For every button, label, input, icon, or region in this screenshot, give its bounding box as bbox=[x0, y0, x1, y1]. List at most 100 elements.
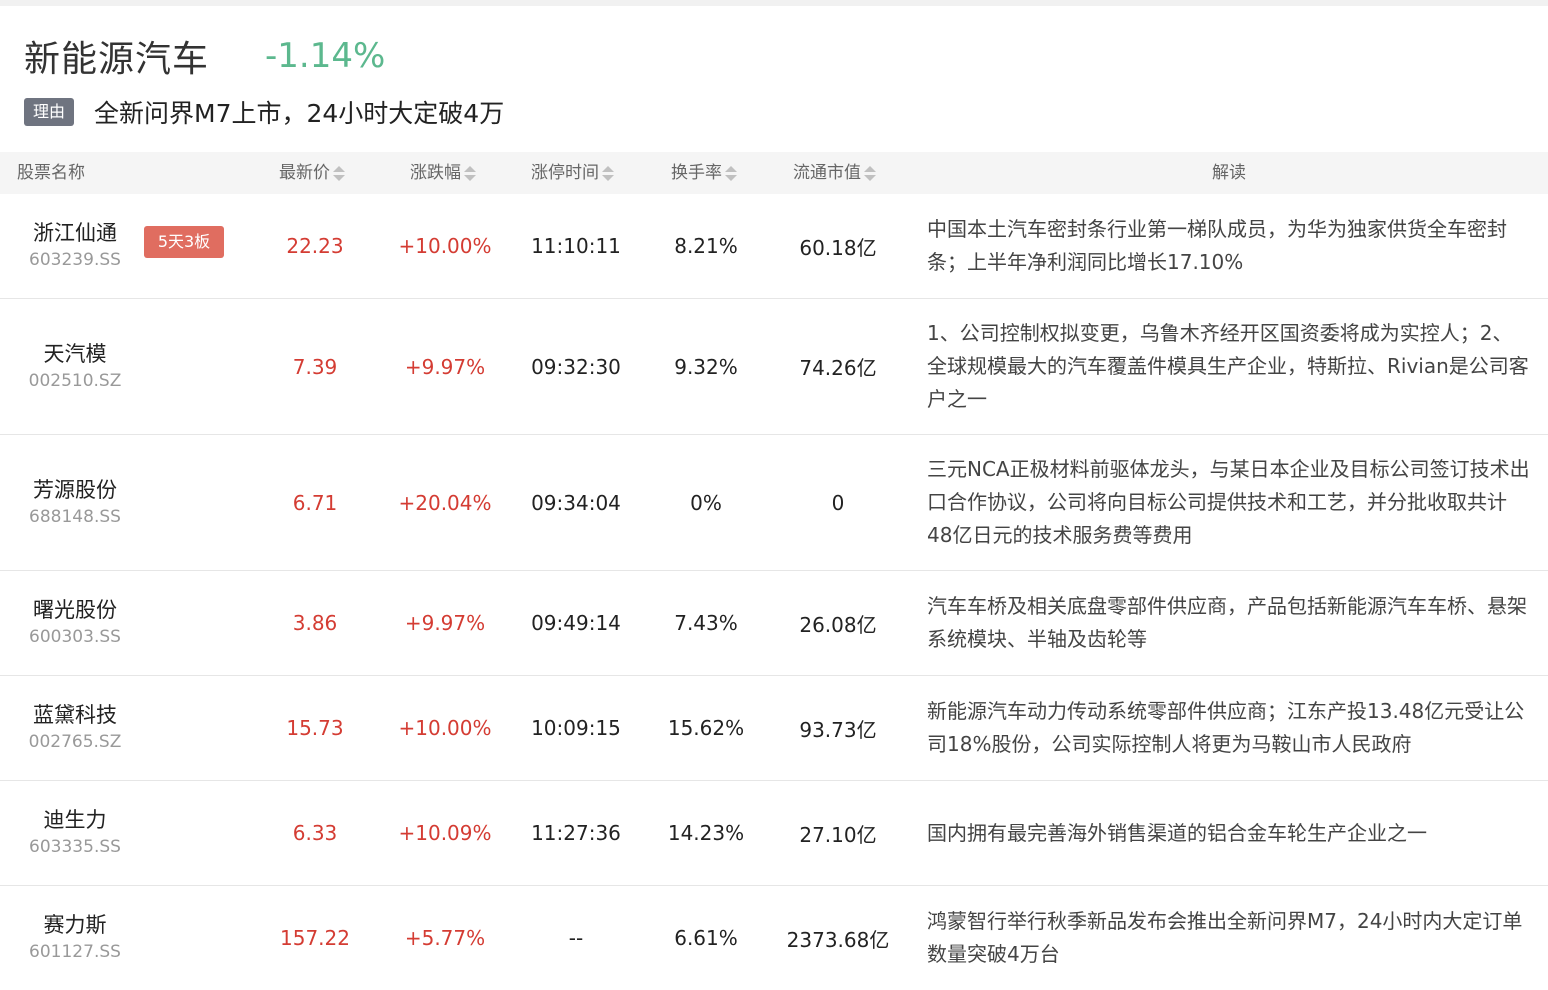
stock-name-cell[interactable]: 蓝黛科技 002765.SZ bbox=[10, 676, 140, 780]
stock-name[interactable]: 赛力斯 bbox=[44, 911, 107, 939]
change-cell: +9.97% bbox=[404, 611, 486, 635]
interpretation-text: 汽车车桥及相关底盘零部件供应商，产品包括新能源汽车车桥、悬架系统模块、半轴及齿轮… bbox=[927, 594, 1527, 651]
interpretation-text: 1、公司控制权拟变更，乌鲁木齐经开区国资委将成为实控人；2、全球规模最大的汽车覆… bbox=[927, 321, 1529, 411]
column-header-interpretation: 解读 bbox=[1212, 152, 1246, 194]
change-cell: +10.09% bbox=[398, 821, 492, 845]
interpretation-cell: 汽车车桥及相关底盘零部件供应商，产品包括新能源汽车车桥、悬架系统模块、半轴及齿轮… bbox=[927, 571, 1532, 675]
top-divider bbox=[0, 0, 1548, 6]
stock-table: 股票名称 最新价 涨跌幅 涨停时间 换手率 流通市值 解读 浙江仙通 60323… bbox=[0, 152, 1548, 990]
stock-name-cell[interactable]: 赛力斯 601127.SS bbox=[10, 886, 140, 990]
reason-tag: 理由 bbox=[24, 98, 75, 126]
turnover-cell: 15.62% bbox=[667, 716, 745, 740]
limit-time-cell: 09:34:04 bbox=[531, 490, 621, 515]
limit-up-badge: 5天3板 bbox=[144, 226, 224, 258]
interpretation-cell: 1、公司控制权拟变更，乌鲁木齐经开区国资委将成为实控人；2、全球规模最大的汽车覆… bbox=[927, 299, 1532, 434]
table-row[interactable]: 蓝黛科技 002765.SZ 15.73 +10.00% 10:09:15 15… bbox=[0, 676, 1548, 781]
column-header-turnover[interactable]: 换手率 bbox=[671, 152, 737, 194]
float-cap-cell: 26.08亿 bbox=[799, 612, 877, 637]
turnover-cell: 6.61% bbox=[674, 926, 738, 950]
limit-time-cell: 09:49:14 bbox=[531, 611, 621, 635]
change-cell: +20.04% bbox=[398, 490, 492, 515]
limit-time-cell: 09:32:30 bbox=[531, 354, 621, 379]
sort-icon[interactable] bbox=[602, 164, 614, 182]
float-cap-cell: 93.73亿 bbox=[799, 717, 877, 742]
sort-icon[interactable] bbox=[464, 164, 476, 182]
stock-code: 002765.SZ bbox=[28, 732, 122, 752]
price-cell: 15.73 bbox=[286, 716, 344, 740]
table-header: 股票名称 最新价 涨跌幅 涨停时间 换手率 流通市值 解读 bbox=[0, 152, 1548, 194]
float-cap-cell: 27.10亿 bbox=[799, 822, 877, 847]
stock-name-cell[interactable]: 迪生力 603335.SS bbox=[10, 781, 140, 885]
stock-name[interactable]: 迪生力 bbox=[44, 806, 107, 834]
column-label: 换手率 bbox=[671, 163, 722, 183]
interpretation-text: 国内拥有最完善海外销售渠道的铝合金车轮生产企业之一 bbox=[927, 820, 1427, 845]
sort-icon[interactable] bbox=[864, 164, 876, 182]
float-cap-cell: 0 bbox=[831, 490, 845, 515]
column-header-limit-time[interactable]: 涨停时间 bbox=[531, 152, 614, 194]
reason-text: 全新问界M7上市，24小时大定破4万 bbox=[94, 99, 505, 128]
table-row[interactable]: 曙光股份 600303.SS 3.86 +9.97% 09:49:14 7.43… bbox=[0, 571, 1548, 676]
stock-name[interactable]: 浙江仙通 bbox=[33, 219, 117, 247]
column-label: 流通市值 bbox=[793, 163, 861, 183]
interpretation-cell: 三元NCA正极材料前驱体龙头，与某日本企业及目标公司签订技术出口合作协议，公司将… bbox=[927, 435, 1532, 570]
interpretation-text: 鸿蒙智行举行秋季新品发布会推出全新问界M7，24小时内大定订单数量突破4万台 bbox=[927, 909, 1523, 966]
sort-icon[interactable] bbox=[725, 164, 737, 182]
stock-name-cell[interactable]: 芳源股份 688148.SS bbox=[10, 435, 140, 570]
column-header-name: 股票名称 bbox=[17, 152, 85, 194]
sector-title: 新能源汽车 bbox=[24, 39, 210, 80]
turnover-cell: 14.23% bbox=[667, 821, 745, 845]
stock-code: 603335.SS bbox=[29, 837, 121, 857]
column-label: 涨停时间 bbox=[531, 163, 599, 183]
price-cell: 157.22 bbox=[280, 926, 350, 950]
table-row[interactable]: 浙江仙通 603239.SS 5天3板 22.23 +10.00% 11:10:… bbox=[0, 194, 1548, 299]
sort-icon[interactable] bbox=[333, 164, 345, 182]
interpretation-text: 中国本土汽车密封条行业第一梯队成员，为华为独家供货全车密封条；上半年净利润同比增… bbox=[927, 217, 1507, 274]
column-header-change[interactable]: 涨跌幅 bbox=[410, 152, 476, 194]
turnover-cell: 7.43% bbox=[674, 611, 738, 635]
interpretation-text: 新能源汽车动力传动系统零部件供应商；江东产投13.48亿元受让公司18%股份，公… bbox=[927, 699, 1525, 756]
price-cell: 22.23 bbox=[286, 234, 344, 258]
limit-time-cell: 11:27:36 bbox=[531, 821, 621, 845]
turnover-cell: 9.32% bbox=[674, 354, 738, 379]
stock-code: 002510.SZ bbox=[28, 370, 122, 391]
stock-code: 688148.SS bbox=[29, 506, 121, 527]
sector-header: 新能源汽车 -1.14% bbox=[24, 30, 385, 82]
column-label: 股票名称 bbox=[17, 163, 85, 183]
reason-row: 理由 全新问界M7上市，24小时大定破4万 bbox=[24, 94, 504, 130]
turnover-cell: 0% bbox=[690, 490, 722, 515]
column-label: 解读 bbox=[1212, 163, 1246, 183]
change-cell: +5.77% bbox=[404, 926, 486, 950]
stock-name-cell[interactable]: 曙光股份 600303.SS bbox=[10, 571, 140, 675]
stock-name[interactable]: 曙光股份 bbox=[33, 596, 117, 624]
stock-name-cell[interactable]: 浙江仙通 603239.SS bbox=[10, 194, 140, 298]
price-cell: 6.71 bbox=[292, 490, 338, 515]
price-cell: 3.86 bbox=[292, 611, 338, 635]
column-header-float-cap[interactable]: 流通市值 bbox=[793, 152, 876, 194]
stock-name[interactable]: 芳源股份 bbox=[33, 476, 117, 504]
stock-name[interactable]: 天汽模 bbox=[44, 340, 107, 368]
table-row[interactable]: 迪生力 603335.SS 6.33 +10.09% 11:27:36 14.2… bbox=[0, 781, 1548, 886]
limit-time-cell: 10:09:15 bbox=[531, 716, 621, 740]
table-row[interactable]: 天汽模 002510.SZ 7.39 +9.97% 09:32:30 9.32%… bbox=[0, 299, 1548, 435]
column-label: 最新价 bbox=[279, 163, 330, 183]
float-cap-cell: 74.26亿 bbox=[799, 356, 877, 380]
turnover-cell: 8.21% bbox=[674, 234, 738, 258]
float-cap-cell: 2373.68亿 bbox=[786, 927, 890, 952]
stock-code: 600303.SS bbox=[29, 627, 121, 647]
table-row[interactable]: 赛力斯 601127.SS 157.22 +5.77% -- 6.61% 237… bbox=[0, 886, 1548, 990]
price-cell: 6.33 bbox=[292, 821, 338, 845]
interpretation-cell: 中国本土汽车密封条行业第一梯队成员，为华为独家供货全车密封条；上半年净利润同比增… bbox=[927, 194, 1532, 298]
table-row[interactable]: 芳源股份 688148.SS 6.71 +20.04% 09:34:04 0% … bbox=[0, 435, 1548, 571]
limit-time-cell: -- bbox=[568, 926, 584, 950]
interpretation-cell: 鸿蒙智行举行秋季新品发布会推出全新问界M7，24小时内大定订单数量突破4万台 bbox=[927, 886, 1532, 990]
change-cell: +10.00% bbox=[398, 716, 492, 740]
interpretation-text: 三元NCA正极材料前驱体龙头，与某日本企业及目标公司签订技术出口合作协议，公司将… bbox=[927, 457, 1530, 547]
change-cell: +10.00% bbox=[398, 234, 492, 258]
limit-time-cell: 11:10:11 bbox=[531, 234, 621, 258]
sector-change: -1.14% bbox=[265, 36, 386, 76]
stock-name[interactable]: 蓝黛科技 bbox=[33, 701, 117, 729]
stock-name-cell[interactable]: 天汽模 002510.SZ bbox=[10, 299, 140, 434]
column-header-price[interactable]: 最新价 bbox=[279, 152, 345, 194]
column-label: 涨跌幅 bbox=[410, 163, 461, 183]
price-cell: 7.39 bbox=[292, 354, 338, 379]
